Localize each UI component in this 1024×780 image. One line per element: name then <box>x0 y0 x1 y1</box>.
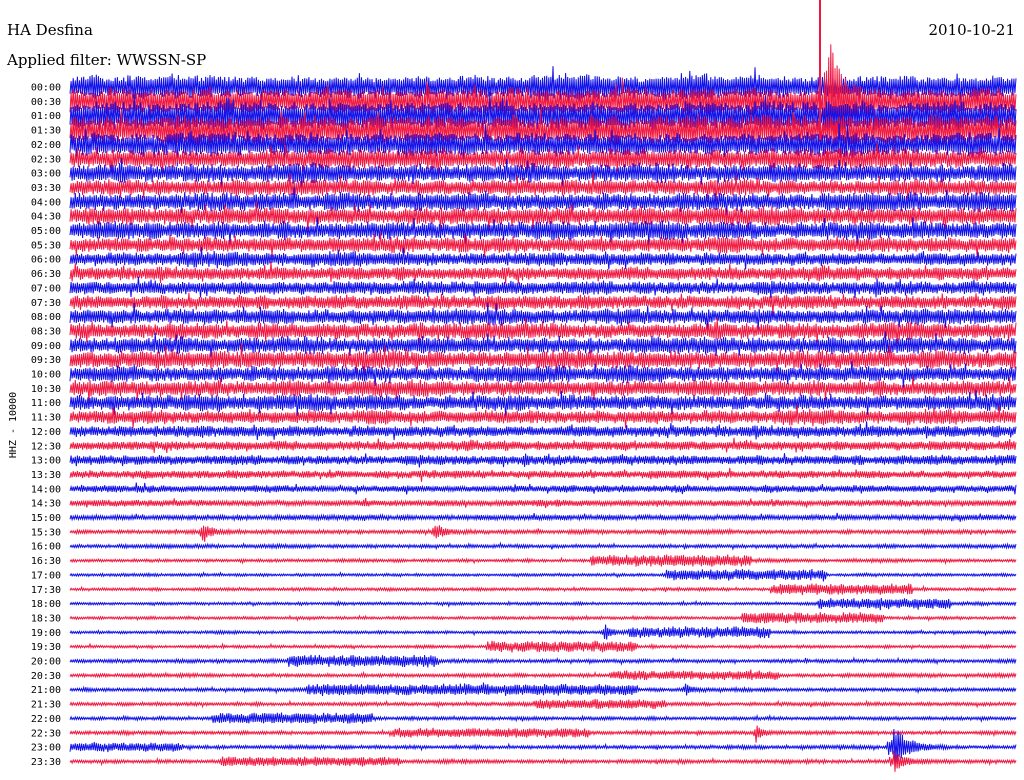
row-time-label: 07:30 <box>31 298 61 309</box>
trace-row <box>69 482 1017 495</box>
trace-row <box>69 583 1017 596</box>
trace-row <box>69 512 1017 522</box>
row-time-label: 23:00 <box>31 743 61 754</box>
row-time-label: 03:00 <box>31 169 61 180</box>
row-time-label: 02:00 <box>31 140 61 151</box>
row-time-label: 11:30 <box>31 413 61 424</box>
row-time-label: 16:00 <box>31 542 61 553</box>
trace-row <box>69 640 1017 653</box>
trace-layer <box>69 0 1017 772</box>
row-time-label: 12:00 <box>31 427 61 438</box>
trace-row <box>69 541 1017 551</box>
row-time-label: 19:00 <box>31 628 61 639</box>
trace-row <box>69 750 1017 772</box>
trace-row <box>69 682 1017 696</box>
row-time-label: 13:00 <box>31 456 61 467</box>
row-time-label: 03:30 <box>31 183 61 194</box>
trace-row <box>69 498 1017 509</box>
row-time-label: 14:00 <box>31 484 61 495</box>
trace-row <box>69 525 1017 542</box>
row-time-label: 20:00 <box>31 657 61 668</box>
trace-row <box>69 554 1017 567</box>
row-time-label: 01:30 <box>31 126 61 137</box>
row-time-label: 22:00 <box>31 714 61 725</box>
trace-row <box>69 612 1017 624</box>
trace-row <box>69 261 1017 284</box>
row-label-layer: 00:00 00:30 01:00 01:30 02:00 02:30 03:00 03:30… <box>31 83 61 768</box>
filter-label: Applied filter: WWSSN-SP <box>7 51 207 69</box>
row-time-label: 21:30 <box>31 700 61 711</box>
row-time-label: 16:30 <box>31 556 61 567</box>
row-time-label: 12:30 <box>31 441 61 452</box>
row-time-label: 18:30 <box>31 613 61 624</box>
row-time-label: 17:00 <box>31 570 61 581</box>
row-time-label: 05:00 <box>31 226 61 237</box>
row-time-label: 05:30 <box>31 240 61 251</box>
trace-row <box>69 698 1017 710</box>
row-time-label: 01:00 <box>31 111 61 122</box>
row-time-label: 13:30 <box>31 470 61 481</box>
row-time-label: 17:30 <box>31 585 61 596</box>
row-time-label: 08:30 <box>31 326 61 337</box>
row-time-label: 09:00 <box>31 341 61 352</box>
row-time-label: 10:00 <box>31 370 61 381</box>
helicorder-plot: 00:00 00:30 01:00 01:30 02:00 02:30 03:00 03:30… <box>8 0 1017 772</box>
row-time-label: 20:30 <box>31 671 61 682</box>
row-time-label: 19:30 <box>31 642 61 653</box>
row-time-label: 02:30 <box>31 154 61 165</box>
row-time-label: 09:30 <box>31 355 61 366</box>
trace-row <box>69 598 1017 611</box>
trace-row <box>69 669 1017 681</box>
trace-row <box>69 276 1017 299</box>
row-time-label: 22:30 <box>31 728 61 739</box>
trace-row <box>69 404 1017 428</box>
row-time-label: 00:30 <box>31 97 61 108</box>
channel-label: HHZ - 10000 <box>8 392 19 458</box>
row-time-label: 11:00 <box>31 398 61 409</box>
trace-row <box>69 712 1017 724</box>
trace-row <box>69 453 1017 468</box>
row-time-label: 10:30 <box>31 384 61 395</box>
row-time-label: 18:00 <box>31 599 61 610</box>
row-time-label: 04:00 <box>31 197 61 208</box>
row-time-label: 21:00 <box>31 685 61 696</box>
row-time-label: 14:30 <box>31 499 61 510</box>
trace-row <box>69 568 1017 582</box>
row-time-label: 06:00 <box>31 255 61 266</box>
row-time-label: 04:30 <box>31 212 61 223</box>
trace-row <box>69 725 1017 743</box>
row-time-label: 23:30 <box>31 757 61 768</box>
trace-row <box>69 421 1017 441</box>
row-time-label: 07:00 <box>31 283 61 294</box>
row-time-label: 08:00 <box>31 312 61 323</box>
row-time-label: 00:00 <box>31 83 61 94</box>
trace-row <box>69 654 1017 668</box>
row-time-label: 06:30 <box>31 269 61 280</box>
row-time-label: 15:00 <box>31 513 61 524</box>
row-time-label: 15:30 <box>31 527 61 538</box>
trace-row <box>69 467 1017 482</box>
trace-row <box>69 624 1017 640</box>
trace-row <box>69 437 1017 454</box>
